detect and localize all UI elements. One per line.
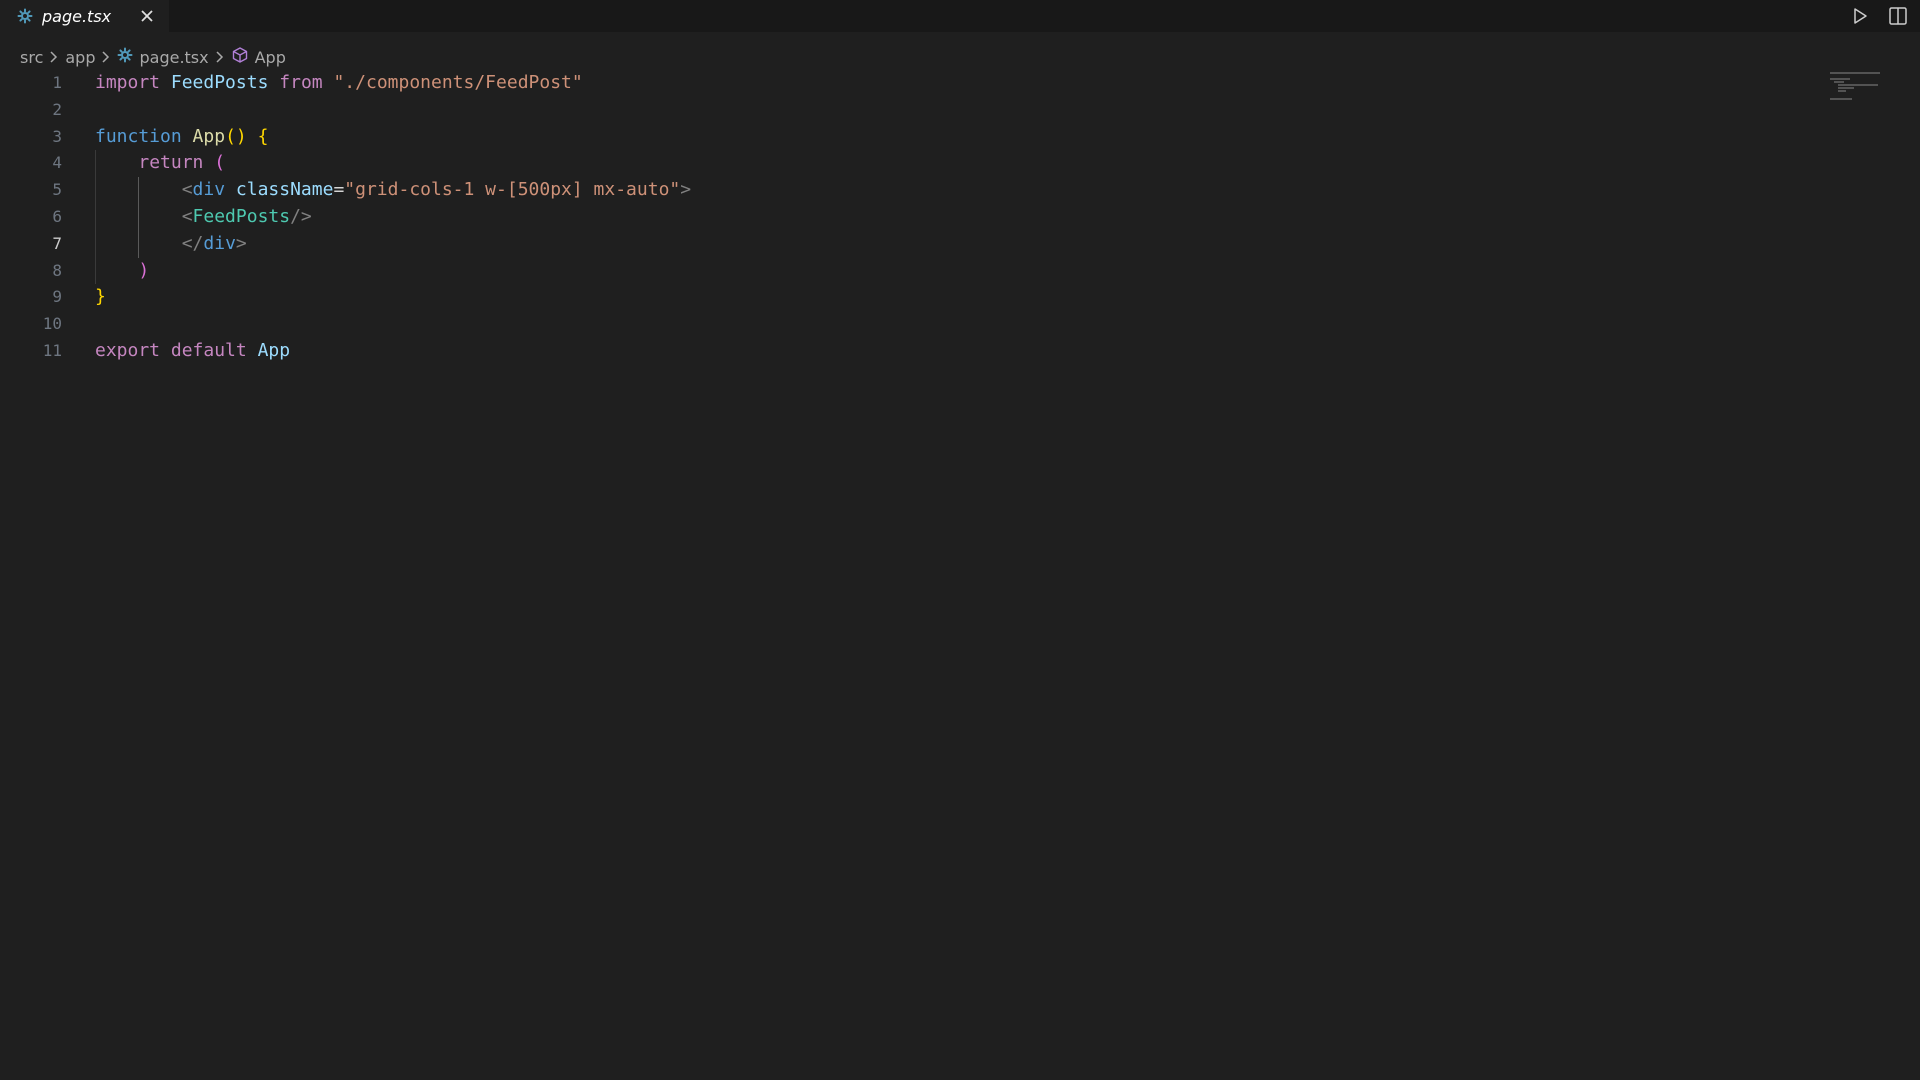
code-token: </ [181, 232, 204, 254]
indent-guide [138, 177, 140, 204]
code-token: import [95, 72, 161, 93]
react-gear-icon [117, 47, 133, 67]
code-token: function [95, 125, 182, 147]
code-token: "./components/FeedPost" [333, 72, 583, 93]
split-editor-icon[interactable] [1884, 2, 1912, 30]
minimap-line [1830, 72, 1880, 74]
line-number: 11 [42, 340, 62, 360]
code-line[interactable]: import FeedPosts from "./components/Feed… [95, 70, 1795, 97]
chevron-right-icon [99, 50, 113, 64]
code-token: ( [214, 152, 226, 174]
editor-actions [1846, 0, 1920, 32]
indent-guide [138, 230, 140, 258]
code-token: return [138, 152, 204, 174]
breadcrumb-item-app[interactable]: app [65, 48, 95, 67]
code-token: < [181, 205, 193, 227]
tab-filename: page.tsx [42, 6, 112, 26]
tab-page-tsx[interactable]: page.tsx [0, 0, 170, 32]
cube-symbol-icon [231, 46, 249, 68]
indent-guide [95, 257, 96, 285]
line-number: 4 [52, 153, 62, 173]
line-number: 10 [42, 314, 62, 334]
code-token: App [257, 339, 291, 361]
indent-guide [95, 177, 96, 204]
code-token: > [680, 179, 692, 201]
line-number: 8 [52, 260, 62, 280]
chevron-right-icon [213, 50, 227, 64]
line-number: 9 [52, 287, 62, 307]
code-token: > [235, 232, 247, 254]
code-token: < [181, 179, 193, 201]
code-editor-window: page.tsx src app page.tsx App 1 2 3 4 5 … [0, 0, 1920, 1080]
code-line[interactable]: function App() { [95, 124, 1795, 151]
code-line[interactable]: } [95, 284, 1795, 311]
breadcrumb: src app page.tsx App [0, 44, 286, 70]
code-token: div [192, 179, 226, 201]
code-line[interactable]: ) [95, 257, 1795, 285]
minimap-line [1834, 81, 1844, 83]
breadcrumb-item-app-symbol[interactable]: App [231, 46, 286, 68]
code-token: "grid-cols-1 w-[500px] mx-auto" [344, 179, 681, 201]
play-icon[interactable] [1846, 2, 1874, 30]
code-line[interactable]: export default App [95, 338, 1795, 365]
indent-guide [95, 203, 96, 231]
code-line[interactable]: <div className="grid-cols-1 w-[500px] mx… [95, 177, 1795, 204]
line-number: 7 [52, 233, 62, 253]
code-token: App [192, 125, 226, 147]
code-token: { [257, 125, 269, 147]
minimap-line [1838, 90, 1846, 92]
close-icon[interactable] [137, 6, 157, 26]
indent-guide [95, 230, 96, 258]
breadcrumb-item-src[interactable]: src [20, 48, 43, 67]
code-token: FeedPosts [192, 205, 291, 227]
line-number: 3 [52, 126, 62, 146]
minimap-line [1830, 78, 1850, 80]
code-token: className [235, 179, 334, 201]
code-token: export [95, 339, 161, 361]
line-number: 6 [52, 206, 62, 226]
minimap-line [1838, 84, 1878, 86]
chevron-right-icon [47, 50, 61, 64]
code-content[interactable]: import FeedPosts from "./components/Feed… [95, 70, 1795, 365]
code-token: FeedPosts [170, 72, 269, 93]
react-gear-icon [16, 7, 34, 25]
code-line[interactable] [95, 97, 1795, 124]
line-number: 1 [52, 73, 62, 92]
breadcrumb-item-page-tsx[interactable]: page.tsx [117, 47, 209, 67]
code-line[interactable]: return ( [95, 150, 1795, 178]
code-token: from [279, 72, 323, 93]
minimap[interactable] [1830, 70, 1890, 100]
minimap-line [1838, 87, 1854, 89]
code-token: } [95, 286, 106, 308]
code-line[interactable]: </div> [95, 230, 1795, 258]
tab-bar: page.tsx [0, 0, 1920, 32]
code-token: default [170, 339, 247, 361]
line-number: 5 [52, 180, 62, 200]
code-token: () [225, 125, 247, 147]
minimap-line [1830, 98, 1852, 100]
code-line[interactable] [95, 311, 1795, 338]
indent-guide [95, 150, 96, 178]
editor-area[interactable]: 1 2 3 4 5 6 7 8 9 10 11 import FeedPosts from "./c… [0, 70, 1920, 1080]
indent-guide [138, 203, 140, 231]
line-number: 2 [52, 99, 62, 119]
code-token: div [203, 232, 236, 254]
code-token: = [333, 179, 345, 201]
line-number-gutter: 1 2 3 4 5 6 7 8 9 10 11 [0, 70, 62, 365]
code-line[interactable]: <FeedPosts/> [95, 203, 1795, 231]
code-token: /> [290, 205, 312, 227]
code-token: ) [138, 259, 150, 281]
